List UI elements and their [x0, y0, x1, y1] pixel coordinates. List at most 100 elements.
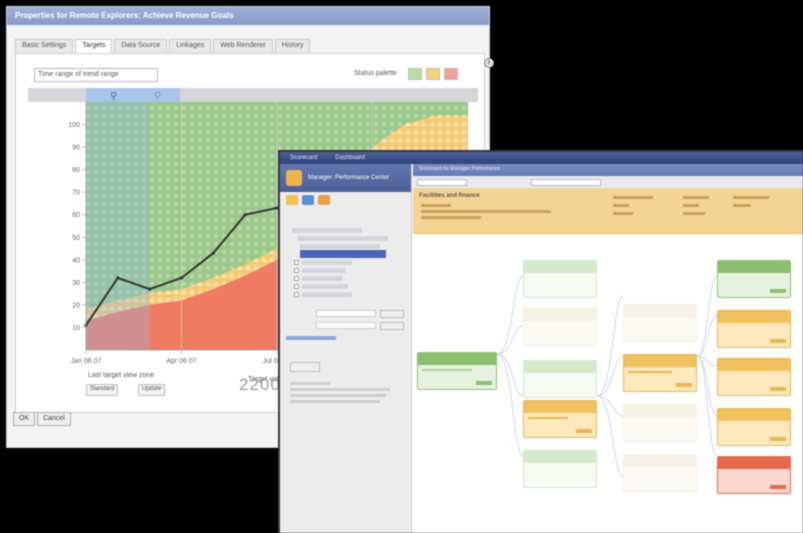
tree-item[interactable]: [302, 276, 342, 281]
banner-text: [613, 212, 633, 215]
tree-checkbox[interactable]: [294, 284, 299, 289]
objective-node[interactable]: [717, 260, 791, 298]
selected-range-overlay[interactable]: [86, 102, 150, 350]
x-tick-label: Apr 06 07: [166, 358, 196, 365]
zoom-out-icon[interactable]: ⚲: [154, 91, 161, 102]
tree-checkbox[interactable]: [294, 276, 299, 281]
period-field[interactable]: [316, 322, 376, 329]
objective-node[interactable]: [523, 400, 597, 438]
banner-text: [683, 204, 699, 207]
strategy-map-area: Scorecard for Manager Performance Facili…: [413, 164, 803, 533]
palette-swatch-green[interactable]: [408, 68, 422, 80]
cancel-button[interactable]: Cancel: [37, 412, 71, 426]
banner-text: [683, 196, 709, 199]
user-header: Manager: Performance Center: [280, 164, 411, 192]
banner-text: [421, 216, 481, 219]
note-line: [290, 394, 386, 397]
tab-strip: Basic Settings Targets Data Source Linka…: [15, 39, 311, 53]
options-link[interactable]: [286, 336, 336, 340]
tree-item[interactable]: [298, 236, 388, 241]
y-tick-label: 90: [72, 145, 80, 152]
objective-node[interactable]: [417, 352, 497, 390]
banner-text: [683, 212, 705, 215]
time-range-select[interactable]: Time range of trend range: [34, 68, 158, 82]
tree-item[interactable]: [302, 260, 352, 265]
scorecard-window: Scorecard Dashboard Manager: Performance…: [278, 150, 803, 533]
target-value: 2200: [239, 375, 281, 394]
tab-data-source[interactable]: Data Source: [114, 39, 168, 53]
tab-web-renderer[interactable]: Web Renderer: [213, 39, 273, 53]
y-tick-label: 50: [72, 235, 80, 242]
objective-node[interactable]: [717, 456, 791, 494]
period-button[interactable]: [380, 322, 404, 330]
banner-text: [613, 196, 653, 199]
tree-item[interactable]: [302, 284, 348, 289]
tab-history[interactable]: History: [274, 39, 311, 53]
actual-point: [243, 213, 247, 217]
palette-swatch-yellow[interactable]: [426, 68, 440, 80]
left-sidebar: Manager: Performance Center: [280, 164, 412, 533]
update-button[interactable]: Update: [138, 384, 166, 396]
objective-node[interactable]: [623, 404, 697, 442]
objective-node[interactable]: [623, 354, 697, 392]
actual-point: [116, 276, 120, 280]
objective-node[interactable]: [717, 310, 791, 348]
folder-icon[interactable]: [286, 195, 298, 205]
objective-banner: Facilities and finance: [413, 188, 803, 234]
scorecard-topbar: Scorecard Dashboard: [280, 152, 803, 164]
dialog-title: Properties for Remote Explorers: Achieve…: [7, 7, 489, 25]
tab-basic-settings[interactable]: Basic Settings: [15, 39, 74, 53]
objective-node[interactable]: [523, 260, 597, 298]
note-line: [290, 382, 330, 385]
palette-swatch-red[interactable]: [444, 68, 458, 80]
filter-select[interactable]: [417, 178, 467, 186]
actual-point: [179, 276, 184, 280]
y-axis: 10 20 30 40 50 60 70 80 90 100: [68, 102, 87, 350]
tab-linkages[interactable]: Linkages: [169, 39, 212, 53]
globe-icon[interactable]: [302, 195, 314, 205]
objective-node[interactable]: [717, 358, 791, 396]
filter-button[interactable]: [380, 310, 404, 318]
users-icon[interactable]: [318, 195, 330, 205]
objective-node[interactable]: [623, 304, 697, 342]
banner-text: [613, 204, 629, 207]
banner-text: [421, 210, 551, 213]
apply-button[interactable]: [290, 362, 320, 372]
banner-text: [421, 204, 451, 207]
objective-node[interactable]: [717, 408, 791, 446]
status-palette-label: Status palette: [354, 70, 397, 77]
objective-node[interactable]: [523, 360, 597, 398]
tree-item[interactable]: [300, 244, 380, 249]
info-icon[interactable]: i: [484, 58, 494, 68]
tree-item[interactable]: [292, 228, 362, 233]
objective-node[interactable]: [623, 454, 697, 492]
standard-button[interactable]: Standard: [86, 384, 119, 396]
y-tick-label: 70: [72, 190, 80, 197]
zoom-in-icon[interactable]: ⚲: [110, 91, 117, 102]
objective-node[interactable]: [523, 308, 597, 346]
banner-text: [733, 196, 769, 199]
note-line: [290, 388, 390, 391]
scorecard-tab[interactable]: Scorecard: [290, 155, 317, 161]
user-label: Manager: Performance Center: [308, 175, 390, 181]
tree-checkbox[interactable]: [294, 260, 299, 265]
tree-item-selected[interactable]: [300, 250, 386, 258]
tree-checkbox[interactable]: [294, 292, 299, 297]
period-select[interactable]: [531, 178, 601, 186]
tab-targets[interactable]: Targets: [75, 39, 113, 53]
tree-item[interactable]: [302, 268, 346, 273]
tree-checkbox[interactable]: [294, 268, 299, 273]
actual-point: [211, 251, 215, 255]
y-tick-label: 80: [72, 167, 80, 174]
objective-node[interactable]: [523, 450, 597, 488]
y-tick-label: 60: [72, 212, 80, 219]
x-tick-label: Jan 06 07: [71, 358, 102, 365]
ok-button[interactable]: OK: [13, 412, 36, 426]
filter-field[interactable]: [316, 310, 376, 317]
tree-item[interactable]: [302, 292, 352, 297]
y-tick-label: 10: [72, 325, 80, 332]
actual-point: [148, 287, 152, 291]
dashboard-tab[interactable]: Dashboard: [335, 155, 364, 161]
selected-range-header[interactable]: [86, 88, 180, 102]
y-tick-label: 100: [68, 122, 80, 129]
